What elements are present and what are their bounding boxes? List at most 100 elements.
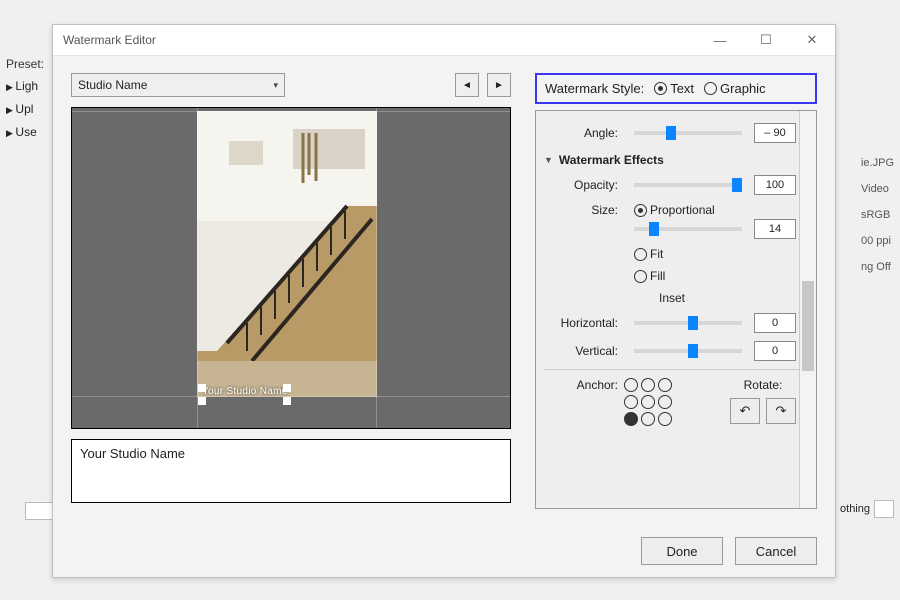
inset-horizontal-row: Horizontal: 0: [548, 313, 796, 333]
effects-section-header[interactable]: ▼ Watermark Effects: [544, 153, 796, 167]
size-mode-row: Size: Proportional: [548, 203, 796, 217]
watermark-text-value: Your Studio Name: [80, 446, 185, 461]
dialog-body: Studio Name ▾ ◄ ►: [53, 55, 835, 527]
anchor-cell-3[interactable]: [624, 395, 638, 409]
opacity-value[interactable]: 100: [754, 175, 796, 195]
style-graphic-radio[interactable]: Graphic: [704, 81, 766, 96]
inset-v-label: Vertical:: [548, 344, 618, 358]
button-label: Done: [666, 544, 697, 559]
inset-h-label: Horizontal:: [548, 316, 618, 330]
done-button[interactable]: Done: [641, 537, 723, 565]
dialog-title: Watermark Editor: [63, 33, 156, 47]
chevron-down-icon: ▾: [273, 80, 278, 91]
slider-knob[interactable]: [732, 178, 742, 192]
bg-item[interactable]: Upl: [6, 98, 38, 121]
bg-bottom-combo: othing: [840, 500, 894, 518]
dialog-footer: Done Cancel: [641, 537, 817, 565]
slider-knob[interactable]: [666, 126, 676, 140]
resize-handle[interactable]: [283, 397, 291, 405]
bg-info-line: sRGB: [861, 202, 894, 228]
slider-knob[interactable]: [649, 222, 659, 236]
resize-handle[interactable]: [198, 397, 206, 405]
radio-label: Fill: [650, 269, 665, 283]
bg-info-line: ng Off: [861, 254, 894, 280]
app-root: Preset: Ligh Upl Use ie.JPG Video sRGB 0…: [0, 0, 900, 600]
slider-knob[interactable]: [688, 316, 698, 330]
size-fill-radio[interactable]: Fill: [634, 269, 665, 283]
bg-right-info: ie.JPG Video sRGB 00 ppi ng Off: [861, 150, 894, 280]
size-fit-row: Fit: [548, 247, 796, 261]
options-scroll-panel: Angle: – 90 ▼ Watermark Effects Opacity:…: [535, 110, 817, 509]
resize-handle[interactable]: [198, 384, 206, 392]
radio-label: Proportional: [650, 203, 715, 217]
left-column: Studio Name ▾ ◄ ►: [71, 73, 511, 509]
size-fill-row: Fill: [548, 269, 796, 283]
anchor-cell-0[interactable]: [624, 378, 638, 392]
preset-row: Studio Name ▾ ◄ ►: [71, 73, 511, 97]
angle-row: Angle: – 90: [548, 123, 796, 143]
anchor-cell-8[interactable]: [658, 412, 672, 426]
watermark-overlay-text[interactable]: Your Studio Name: [202, 386, 288, 397]
preset-dropdown[interactable]: Studio Name ▾: [71, 73, 285, 97]
bg-preset-items: Ligh Upl Use: [6, 75, 38, 144]
slider-knob[interactable]: [688, 344, 698, 358]
watermark-text-input[interactable]: Your Studio Name: [71, 439, 511, 503]
section-title: Watermark Effects: [559, 153, 664, 167]
next-image-button[interactable]: ►: [487, 73, 511, 97]
anchor-cell-7[interactable]: [641, 412, 655, 426]
opacity-row: Opacity: 100: [548, 175, 796, 195]
anchor-cell-6[interactable]: [624, 412, 638, 426]
inset-h-value[interactable]: 0: [754, 313, 796, 333]
cancel-button[interactable]: Cancel: [735, 537, 817, 565]
bg-preset-label: Preset:: [6, 57, 44, 71]
rotate-ccw-button[interactable]: ↶: [730, 398, 760, 424]
radio-icon: [634, 270, 647, 283]
bg-bottom-dropdown[interactable]: [874, 500, 894, 518]
size-proportional-radio[interactable]: Proportional: [634, 203, 715, 217]
window-controls: — ☐ ✕: [697, 25, 835, 55]
inset-h-slider[interactable]: [634, 321, 742, 325]
angle-slider[interactable]: [634, 131, 742, 135]
bg-item[interactable]: Ligh: [6, 75, 38, 98]
guide-line: [72, 396, 510, 397]
bg-item[interactable]: Use: [6, 121, 38, 144]
watermark-editor-dialog: Watermark Editor — ☐ ✕ Studio Name ▾ ◄ ►: [52, 24, 836, 578]
preview-canvas[interactable]: Your Studio Name: [71, 107, 511, 429]
inset-v-slider[interactable]: [634, 349, 742, 353]
close-button[interactable]: ✕: [789, 25, 835, 55]
style-label: Watermark Style:: [545, 81, 644, 96]
size-slider[interactable]: [634, 227, 742, 231]
resize-handle[interactable]: [283, 384, 291, 392]
inset-vertical-row: Vertical: 0: [548, 341, 796, 361]
watermark-style-group: Watermark Style: Text Graphic: [535, 73, 817, 104]
guide-line: [72, 111, 510, 112]
anchor-cell-2[interactable]: [658, 378, 672, 392]
bg-info-line: 00 ppi: [861, 228, 894, 254]
prev-image-button[interactable]: ◄: [455, 73, 479, 97]
radio-icon: [704, 82, 717, 95]
anchor-cell-4[interactable]: [641, 395, 655, 409]
rotate-cw-button[interactable]: ↷: [766, 398, 796, 424]
radio-label: Graphic: [720, 81, 766, 96]
size-value[interactable]: 14: [754, 219, 796, 239]
angle-label: Angle:: [548, 126, 618, 140]
scrollbar-thumb[interactable]: [802, 281, 814, 371]
style-text-radio[interactable]: Text: [654, 81, 694, 96]
guide-line: [376, 108, 377, 428]
minimize-button[interactable]: —: [697, 25, 743, 55]
radio-label: Text: [670, 81, 694, 96]
rotate-group: Rotate: ↶ ↷: [730, 378, 796, 424]
bg-info-line: Video: [861, 176, 894, 202]
angle-value[interactable]: – 90: [754, 123, 796, 143]
anchor-cell-5[interactable]: [658, 395, 672, 409]
inset-v-value[interactable]: 0: [754, 341, 796, 361]
opacity-slider[interactable]: [634, 183, 742, 187]
anchor-cell-1[interactable]: [641, 378, 655, 392]
radio-label: Fit: [650, 247, 663, 261]
size-fit-radio[interactable]: Fit: [634, 247, 663, 261]
preset-value: Studio Name: [78, 78, 147, 92]
radio-icon: [634, 204, 647, 217]
scrollbar[interactable]: [799, 111, 816, 508]
maximize-button[interactable]: ☐: [743, 25, 789, 55]
right-column: Watermark Style: Text Graphic Angle: – 9…: [535, 73, 817, 509]
